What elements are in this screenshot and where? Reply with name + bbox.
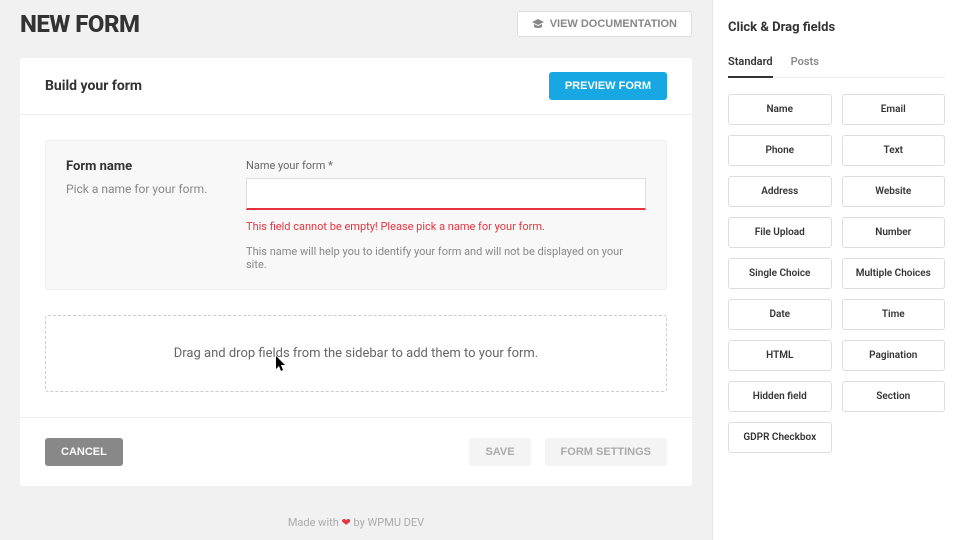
field-section[interactable]: Section xyxy=(842,381,946,412)
graduation-cap-icon xyxy=(532,19,544,29)
form-builder-card: Build your form PREVIEW FORM Form name P… xyxy=(20,58,692,486)
tab-posts[interactable]: Posts xyxy=(791,55,819,77)
field-time[interactable]: Time xyxy=(842,299,946,330)
cancel-button[interactable]: CANCEL xyxy=(45,438,123,466)
field-hidden[interactable]: Hidden field xyxy=(728,381,832,412)
field-gdpr-checkbox[interactable]: GDPR Checkbox xyxy=(728,422,832,453)
field-single-choice[interactable]: Single Choice xyxy=(728,258,832,289)
field-drop-zone[interactable]: Drag and drop fields from the sidebar to… xyxy=(45,315,667,392)
view-documentation-label: VIEW DOCUMENTATION xyxy=(550,18,677,30)
form-name-label: Name your form * xyxy=(246,159,646,172)
field-name[interactable]: Name xyxy=(728,94,832,125)
save-button[interactable]: SAVE xyxy=(469,438,530,466)
field-text[interactable]: Text xyxy=(842,135,946,166)
form-name-subtext: Pick a name for your form. xyxy=(66,182,216,196)
field-pagination[interactable]: Pagination xyxy=(842,340,946,371)
field-number[interactable]: Number xyxy=(842,217,946,248)
field-website[interactable]: Website xyxy=(842,176,946,207)
drop-hint-text: Drag and drop fields from the sidebar to… xyxy=(174,346,538,361)
form-name-error: This field cannot be empty! Please pick … xyxy=(246,220,646,233)
field-address[interactable]: Address xyxy=(728,176,832,207)
field-multiple-choices[interactable]: Multiple Choices xyxy=(842,258,946,289)
preview-form-button[interactable]: PREVIEW FORM xyxy=(549,72,667,100)
page-title: NEW FORM xyxy=(20,10,140,38)
field-phone[interactable]: Phone xyxy=(728,135,832,166)
form-name-help: This name will help you to identify your… xyxy=(246,245,646,271)
heart-icon: ❤ xyxy=(342,516,351,529)
form-settings-button[interactable]: FORM SETTINGS xyxy=(545,438,667,466)
card-title: Build your form xyxy=(45,78,142,94)
footer-credit: Made with ❤ by WPMU DEV xyxy=(20,516,692,529)
field-date[interactable]: Date xyxy=(728,299,832,330)
field-html[interactable]: HTML xyxy=(728,340,832,371)
view-documentation-button[interactable]: VIEW DOCUMENTATION xyxy=(517,11,692,37)
fields-sidebar: Click & Drag fields Standard Posts Name … xyxy=(712,0,960,540)
field-email[interactable]: Email xyxy=(842,94,946,125)
form-name-input[interactable] xyxy=(246,178,646,210)
form-name-heading: Form name xyxy=(66,159,216,174)
field-file-upload[interactable]: File Upload xyxy=(728,217,832,248)
tab-standard[interactable]: Standard xyxy=(728,55,773,78)
sidebar-title: Click & Drag fields xyxy=(728,20,945,35)
form-name-section: Form name Pick a name for your form. Nam… xyxy=(45,140,667,290)
